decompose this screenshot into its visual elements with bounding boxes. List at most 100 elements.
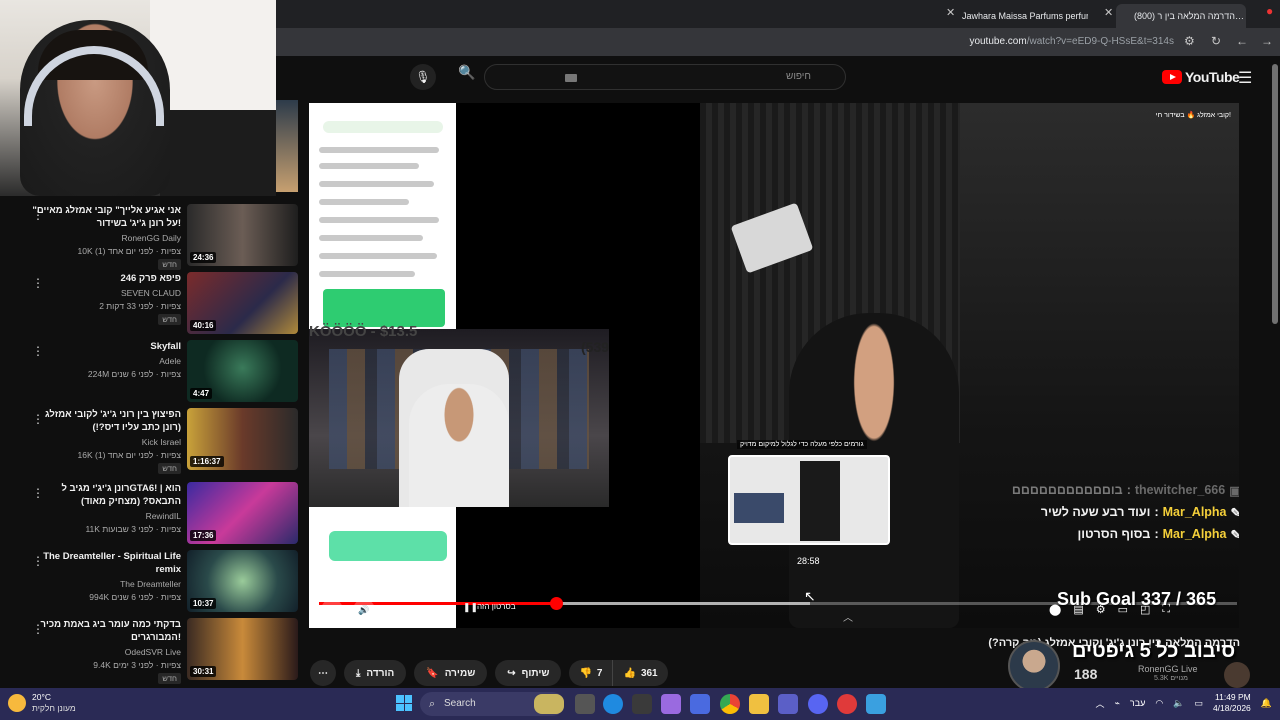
microphone-icon[interactable]: 🎙 (410, 64, 436, 90)
share-label: שיתוף (521, 667, 550, 679)
search-input[interactable]: חיפוש (484, 64, 846, 90)
video-title[interactable]: בדקתי כמה עומר ביג באמת מכיר המבורגרים! (31, 618, 181, 644)
discord-icon[interactable] (808, 694, 828, 714)
download-button[interactable]: ⤓ הורדה (344, 660, 407, 686)
chrome-icon[interactable] (720, 694, 740, 714)
tab-perfume[interactable]: Jawhara Maissa Parfums perfun (958, 4, 1088, 28)
video-title[interactable]: Skyfall (31, 340, 181, 353)
browser-tab-bar: + ✕ Jawhara Maissa Parfums perfun ✕ (800… (276, 0, 1280, 28)
video-title[interactable]: הפיצוץ בין רוני ג'יג' לקובי אמזלג (רונן … (31, 408, 181, 434)
volume-icon[interactable]: 🔈 (1173, 698, 1184, 709)
video-thumbnail[interactable]: 17:36 (187, 482, 298, 544)
video-channel[interactable]: RewindIL (146, 511, 181, 521)
site-settings-icon[interactable]: ⚙ (1184, 34, 1195, 48)
video-title[interactable]: פיפא פרק 246 (31, 272, 181, 285)
cast-icon[interactable]: ◰ (1140, 603, 1150, 616)
like-button[interactable]: 👍 361 (613, 660, 668, 686)
video-title[interactable]: The Dreamteller - Spiritual Life remix (31, 550, 181, 576)
video-thumbnail[interactable]: 10:37 (187, 550, 298, 612)
video-thumbnail[interactable]: 30:31 (187, 618, 298, 680)
language-indicator[interactable]: עבר (1130, 698, 1145, 708)
youtube-logo[interactable]: YouTube (1162, 69, 1240, 85)
close-icon[interactable]: ✕ (1104, 6, 1113, 19)
video-channel[interactable]: Kick Israel (142, 437, 181, 447)
file-explorer-icon[interactable] (749, 694, 769, 714)
subtitles-icon[interactable]: ▤ (1073, 603, 1083, 616)
video-title[interactable]: רונן ג'יג'י מגיב לGTA6! | הוא התבאס? (מצ… (31, 482, 181, 508)
video-channel[interactable]: OdedSVR Live (125, 647, 181, 657)
video-channel[interactable]: The Dreamteller (120, 579, 181, 589)
app-icon[interactable] (690, 694, 710, 714)
inset-money-text: KÖÖÖÖ - $13.5 (309, 323, 418, 340)
windows-start-icon[interactable] (396, 695, 412, 711)
recommended-video[interactable]: ⋮ 10:37 The Dreamteller - Spiritual Life… (0, 546, 300, 616)
recommended-video[interactable]: ⋮ 17:36 רונן ג'יג'י מגיב לGTA6! | הוא הת… (0, 478, 300, 548)
video-thumbnail[interactable]: 40:16 (187, 272, 298, 334)
recommended-video[interactable]: ⋮ 4:47 Skyfall Adele 224M צפיות · לפני 6… (0, 336, 300, 406)
hamburger-menu-icon[interactable]: ☰ (1238, 68, 1252, 88)
chevron-up-icon[interactable]: ︿ (1095, 697, 1104, 710)
teams-icon[interactable] (778, 694, 798, 714)
chat-username: Mar_Alpha (1162, 527, 1227, 541)
chapter-label[interactable]: בסרטון הזה (477, 602, 515, 611)
scrollbar-thumb[interactable] (1272, 64, 1278, 324)
video-player[interactable]: קובי אמזלג 🔥 בשידור חי! KÖÖÖÖ - $13.5 (5… (309, 103, 1239, 628)
video-meta: 994K צפיות · לפני 6 שנים (89, 592, 181, 602)
clock-date: 4/18/2026 (1212, 703, 1251, 713)
save-button[interactable]: 🔖 שמירה (414, 660, 488, 686)
chat-line (319, 181, 434, 187)
task-view-icon[interactable] (575, 694, 595, 714)
battery-icon[interactable]: ▭ (1194, 698, 1203, 709)
video-thumbnail[interactable]: 24:36 (187, 204, 298, 266)
video-channel[interactable]: Adele (159, 356, 181, 366)
dislike-button[interactable]: 👎 7 (569, 660, 614, 686)
recommended-video[interactable]: ⋮ 40:16 פיפא פרק 246 SEVEN CLAUD 2 צפיות… (0, 268, 300, 338)
channel-avatar[interactable] (1224, 662, 1250, 688)
forward-icon[interactable]: → (1261, 34, 1273, 48)
keyboard-icon[interactable] (565, 74, 577, 82)
wifi-icon[interactable]: ◠ (1155, 698, 1163, 709)
video-meta: 11K צפיות · לפני 3 שבועות (85, 524, 181, 534)
screen: + ✕ Jawhara Maissa Parfums perfun ✕ (800… (0, 0, 1280, 720)
weather-widget[interactable]: 20°C מעונן חלקית (8, 692, 76, 714)
network-icon[interactable]: ⌁ (1115, 698, 1120, 709)
fullscreen-icon[interactable]: ⛶ (1162, 603, 1170, 616)
close-icon[interactable]: ✕ (946, 6, 955, 19)
recommended-video[interactable]: ⋮ 1:16:37 הפיצוץ בין רוני ג'יג' לקובי אמ… (0, 404, 300, 474)
video-thumbnail[interactable]: 4:47 (187, 340, 298, 402)
video-channel[interactable]: RonenGG Daily (121, 233, 181, 243)
back-icon[interactable]: ← (1236, 34, 1248, 48)
copilot-icon[interactable] (661, 694, 681, 714)
search-icon[interactable]: 🔍 (458, 64, 475, 81)
channel-name[interactable]: RonenGG Live (1138, 664, 1198, 674)
settings-gear-icon[interactable]: ⚙ (1096, 603, 1106, 616)
app-icon[interactable] (837, 694, 857, 714)
autoplay-toggle-icon[interactable]: ⬤ (1049, 603, 1061, 616)
edge-icon[interactable] (603, 694, 623, 714)
chat-text: ועוד רבע שעה לשיר (1040, 505, 1151, 519)
miniplayer-icon[interactable]: ▭ (1118, 603, 1128, 616)
clock[interactable]: 11:49 PM 4/18/2026 (1213, 692, 1251, 714)
reload-icon[interactable]: ↻ (1211, 34, 1221, 48)
video-title[interactable]: "אני אגיע אלייך" קובי אמזלג מאיים על רונ… (31, 204, 181, 230)
tab-youtube-video[interactable]: (800) הדרמה המלאה בין ר… (1116, 4, 1246, 28)
recommended-video[interactable]: ⋮ 24:36 "אני אגיע אלייך" קובי אמזלג מאיי… (0, 200, 300, 270)
app-icon[interactable] (866, 694, 886, 714)
video-thumbnail[interactable]: 1:16:37 (187, 408, 298, 470)
page-scrollbar[interactable] (1270, 56, 1280, 686)
video-channel[interactable]: SEVEN CLAUD (121, 288, 181, 298)
volume-icon[interactable]: 🔊 (353, 599, 375, 621)
notification-icon[interactable]: 🔔 (1261, 698, 1272, 709)
chat-badge-icon: ▣ (1229, 484, 1239, 498)
pencil-icon: ✎ (1230, 506, 1239, 520)
widget-image-icon[interactable] (534, 694, 564, 714)
store-icon[interactable] (632, 694, 652, 714)
url-field[interactable]: youtube.com/watch?v=eED9-Q-HSsE&t=314s (969, 36, 1174, 47)
pause-icon[interactable]: ❚❚ (321, 599, 343, 621)
more-actions-button[interactable]: ⋯ (310, 660, 336, 686)
share-button[interactable]: ↪ שיתוף (495, 660, 562, 686)
new-badge: חדש (158, 314, 181, 325)
pause-icon[interactable]: ❚❚ (463, 602, 478, 613)
recommended-video[interactable]: ⋮ 30:31 בדקתי כמה עומר ביג באמת מכיר המב… (0, 614, 300, 684)
chevron-up-icon[interactable]: ︿ (843, 609, 853, 624)
